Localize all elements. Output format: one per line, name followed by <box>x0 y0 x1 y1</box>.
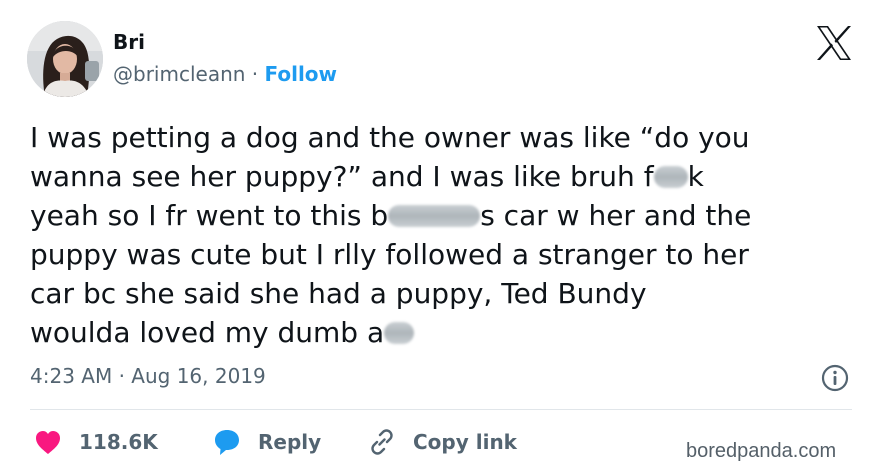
heart-icon <box>36 431 60 454</box>
tweet-line: wanna see her puppy?” and I was like bru… <box>30 157 860 196</box>
like-button[interactable]: 118.6K <box>33 424 158 460</box>
info-icon[interactable] <box>821 364 849 392</box>
censor-blur <box>388 205 481 227</box>
tweet-text-segment: yeah so I fr went to this b <box>30 199 389 232</box>
tweet-line: car bc she said she had a puppy, Ted Bun… <box>30 274 860 313</box>
tweet-text-segment: I was petting a dog and the owner was li… <box>30 121 750 154</box>
tweet-line: I was petting a dog and the owner was li… <box>30 118 860 157</box>
tweet-timestamp[interactable]: 4:23 AM · Aug 16, 2019 <box>30 364 266 388</box>
timestamp-separator: · <box>118 364 125 388</box>
tweet-text-segment: k <box>687 160 704 193</box>
author-handle-row: @brimcleann · Follow <box>113 62 337 86</box>
copy-link-button[interactable]: Copy link <box>367 424 517 460</box>
reply-label: Reply <box>258 430 322 454</box>
copy-link-label: Copy link <box>413 430 517 454</box>
link-icon <box>371 429 393 455</box>
censor-blur <box>384 322 415 344</box>
divider <box>30 409 852 410</box>
reply-bubble-icon <box>215 430 239 455</box>
tweet-line: puppy was cute but I rlly followed a str… <box>30 235 860 274</box>
tweet-text: I was petting a dog and the owner was li… <box>30 118 860 352</box>
tweet-text-segment: puppy was cute but I rlly followed a str… <box>30 238 749 271</box>
handle-separator: · <box>251 62 259 86</box>
tweet-time: 4:23 AM <box>30 364 113 388</box>
watermark: boredpanda.com <box>686 440 837 462</box>
tweet-text-segment: woulda loved my dumb a <box>30 316 385 349</box>
tweet-text-segment: wanna see her puppy?” and I was like bru… <box>30 160 654 193</box>
censor-blur <box>653 166 688 188</box>
like-count: 118.6K <box>79 430 158 454</box>
author-handle[interactable]: @brimcleann <box>113 62 245 86</box>
tweet-text-segment: s car w her and the <box>480 199 752 232</box>
avatar[interactable] <box>27 21 103 97</box>
follow-button[interactable]: Follow <box>265 62 338 86</box>
x-logo-icon[interactable] <box>815 24 853 62</box>
tweet-line: yeah so I fr went to this b s car w her a… <box>30 196 860 235</box>
tweet-text-segment: car bc she said she had a puppy, Ted Bun… <box>30 277 647 310</box>
tweet-line: woulda loved my dumb a <box>30 313 860 352</box>
reply-button[interactable]: Reply <box>212 424 321 460</box>
tweet-date: Aug 16, 2019 <box>131 364 266 388</box>
author-name[interactable]: Bri <box>113 30 145 54</box>
